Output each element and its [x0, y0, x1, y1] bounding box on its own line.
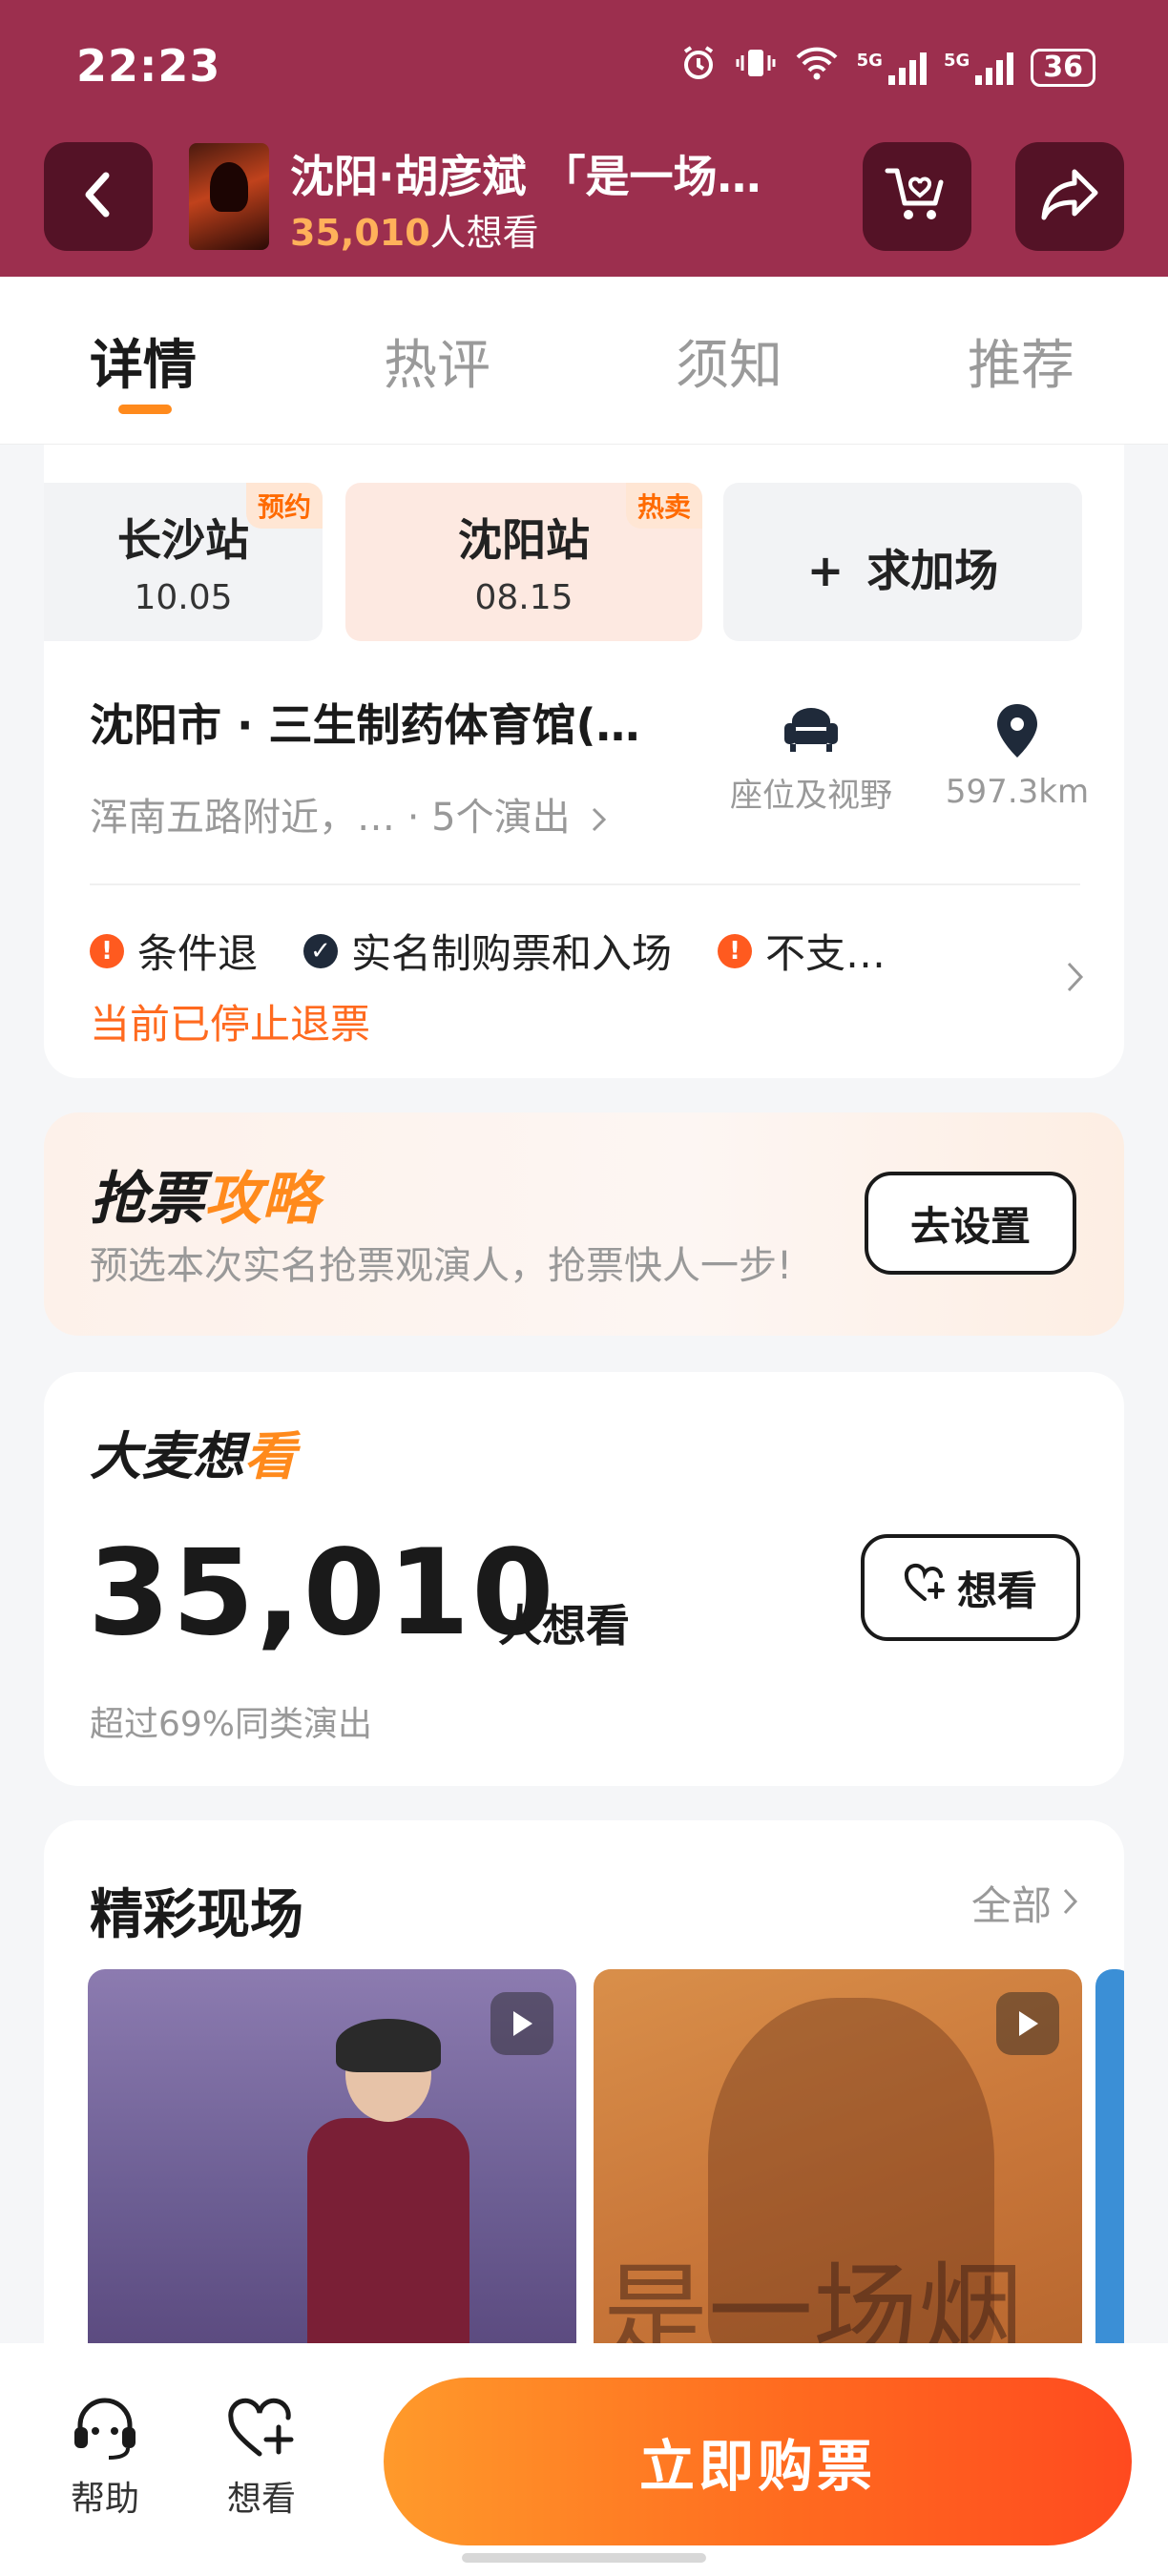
header-want-count: 35,010人想看: [290, 203, 539, 256]
location-pin-icon: [993, 704, 1041, 763]
tab-recommend[interactable]: 推荐: [968, 322, 1074, 400]
status-bar: 22:23 5G 5G 36: [0, 0, 1168, 134]
singer-figure: [307, 2019, 469, 2351]
strategy-title-part-a: 抢票: [90, 1166, 204, 1233]
policy-label: 实名制购票和入场: [351, 930, 673, 977]
session-date: 08.15: [474, 578, 574, 617]
chevron-right-icon[interactable]: [1065, 960, 1086, 998]
policy-real-name: ✓ 实名制购票和入场: [303, 922, 672, 980]
brand-part-b: 看: [244, 1426, 296, 1486]
share-icon: [1038, 166, 1101, 227]
heart-plus-icon: [223, 2398, 300, 2465]
damai-want-brand: 大麦想看: [90, 1414, 296, 1489]
strategy-title-part-b: 攻略: [204, 1166, 319, 1233]
view-all-label: 全部: [970, 1882, 1052, 1929]
venue-address-text: 浑南五路附近，… · 5个演出: [90, 796, 571, 840]
armchair-icon: [782, 708, 840, 759]
venue-card: 长沙站 10.05 预约 沈阳站 08.15 热卖 + 求加场 沈阳市 · 三生制…: [44, 445, 1124, 1078]
signal-icon-2: 5G: [944, 51, 1014, 85]
session-changsha[interactable]: 长沙站 10.05 预约: [44, 483, 323, 641]
strategy-subtitle: 预选本次实名抢票观演人，抢票快人一步!: [90, 1244, 793, 1288]
help-label: 帮助: [70, 2480, 139, 2519]
header-want-number: 35,010: [290, 212, 430, 254]
chevron-right-icon: [1061, 1880, 1080, 1926]
refund-stopped-note: 当前已停止退票: [90, 1001, 371, 1048]
detail-tabs: 详情 热评 须知 推荐: [0, 277, 1168, 445]
help-button[interactable]: 帮助: [48, 2395, 162, 2521]
heart-plus-icon: [904, 1563, 948, 1612]
distance-label: 597.3km: [945, 773, 1090, 811]
share-button[interactable]: [1015, 142, 1124, 251]
buy-now-button[interactable]: 立即购票: [384, 2378, 1132, 2545]
seat-view-button[interactable]: 座位及视野: [716, 702, 907, 816]
battery-indicator: 36: [1031, 48, 1095, 87]
play-icon: [490, 1992, 553, 2055]
want-to-see-label: 想看: [956, 1567, 1037, 1614]
seat-view-label: 座位及视野: [730, 777, 892, 815]
venue-name[interactable]: 沈阳市 · 三生制药体育馆(…: [90, 691, 640, 754]
divider: [90, 883, 1080, 885]
warning-icon: !: [718, 933, 753, 968]
tab-details[interactable]: 详情: [90, 322, 197, 400]
want-to-see-card: 大麦想看 35,010 人想看 超过69%同类演出 想看: [44, 1372, 1124, 1786]
alarm-icon: [679, 44, 718, 91]
request-extra-show-button[interactable]: + 求加场: [723, 483, 1082, 641]
vibrate-icon: [735, 44, 777, 91]
show-title: 沈阳·胡彦斌 「是一场…: [290, 151, 761, 202]
live-video-thumbnail[interactable]: [88, 1969, 576, 2351]
ticket-strategy-card: 抢票攻略 预选本次实名抢票观演人，抢票快人一步! 去设置: [44, 1112, 1124, 1336]
policy-row[interactable]: ! 条件退 ✓ 实名制购票和入场 ! 不支…: [90, 922, 931, 980]
top-header: 22:23 5G 5G 36 沈阳·胡彦斌 「是一场… 35,010人想看: [0, 0, 1168, 277]
cart-heart-icon: [884, 163, 950, 230]
live-section-title: 精彩现场: [90, 1884, 303, 1946]
check-icon: ✓: [303, 933, 339, 968]
request-extra-show-label: + 求加场: [723, 536, 1082, 599]
show-poster-thumbnail: [189, 143, 269, 250]
status-icons: 5G 5G 36: [679, 44, 1095, 91]
session-date: 10.05: [134, 578, 233, 617]
cart-button[interactable]: [863, 142, 971, 251]
play-icon: [996, 1992, 1059, 2055]
live-highlights-card: 精彩现场 全部 是一场烟: [44, 1820, 1124, 2355]
setup-button[interactable]: 去设置: [865, 1172, 1076, 1275]
signal-icon-1: 5G: [857, 51, 927, 85]
thumbnail-lettering: 是一场烟: [603, 2252, 1023, 2351]
policy-label: 条件退: [137, 930, 259, 977]
wifi-icon: [794, 44, 840, 91]
warning-icon: !: [90, 933, 124, 968]
want-bottom-label: 想看: [226, 2480, 296, 2519]
policy-label: 不支…: [765, 930, 886, 977]
plus-icon: +: [806, 545, 845, 596]
back-button[interactable]: [44, 142, 153, 251]
want-bottom-button[interactable]: 想看: [204, 2395, 319, 2521]
brand-part-a: 大麦想: [90, 1426, 244, 1486]
policy-conditional-refund: ! 条件退: [90, 922, 258, 980]
want-percentile-note: 超过69%同类演出: [90, 1705, 373, 1744]
tab-reviews[interactable]: 热评: [384, 322, 490, 400]
session-tag: 热卖: [625, 483, 702, 529]
home-indicator: [462, 2553, 706, 2563]
header-want-suffix: 人想看: [429, 212, 539, 254]
headset-icon: [67, 2398, 143, 2465]
nav-bar: 沈阳·胡彦斌 「是一场… 35,010人想看: [0, 138, 1168, 256]
live-video-thumbnail[interactable]: [1095, 1969, 1124, 2351]
strategy-title: 抢票攻略: [90, 1153, 319, 1236]
want-to-see-button[interactable]: 想看: [861, 1534, 1080, 1641]
map-location-button[interactable]: 597.3km: [922, 702, 1113, 811]
view-all-link[interactable]: 全部: [971, 1874, 1080, 1932]
tab-notice[interactable]: 须知: [676, 322, 782, 400]
request-extra-show-text: 求加场: [866, 545, 999, 596]
session-shenyang[interactable]: 沈阳站 08.15 热卖: [345, 483, 702, 641]
policy-not-supported: ! 不支…: [718, 922, 886, 980]
want-count-unit: 人想看: [498, 1600, 630, 1652]
chevron-right-icon: [582, 796, 609, 840]
want-count-number: 35,010: [88, 1525, 556, 1662]
status-time: 22:23: [76, 40, 221, 92]
back-icon: [77, 170, 119, 223]
session-tag: 预约: [245, 483, 323, 529]
bottom-action-bar: 帮助 想看 立即购票: [0, 2343, 1168, 2576]
venue-address[interactable]: 浑南五路附近，… · 5个演出: [90, 786, 609, 841]
active-tab-indicator: [118, 405, 172, 414]
live-video-thumbnail[interactable]: 是一场烟: [594, 1969, 1082, 2351]
